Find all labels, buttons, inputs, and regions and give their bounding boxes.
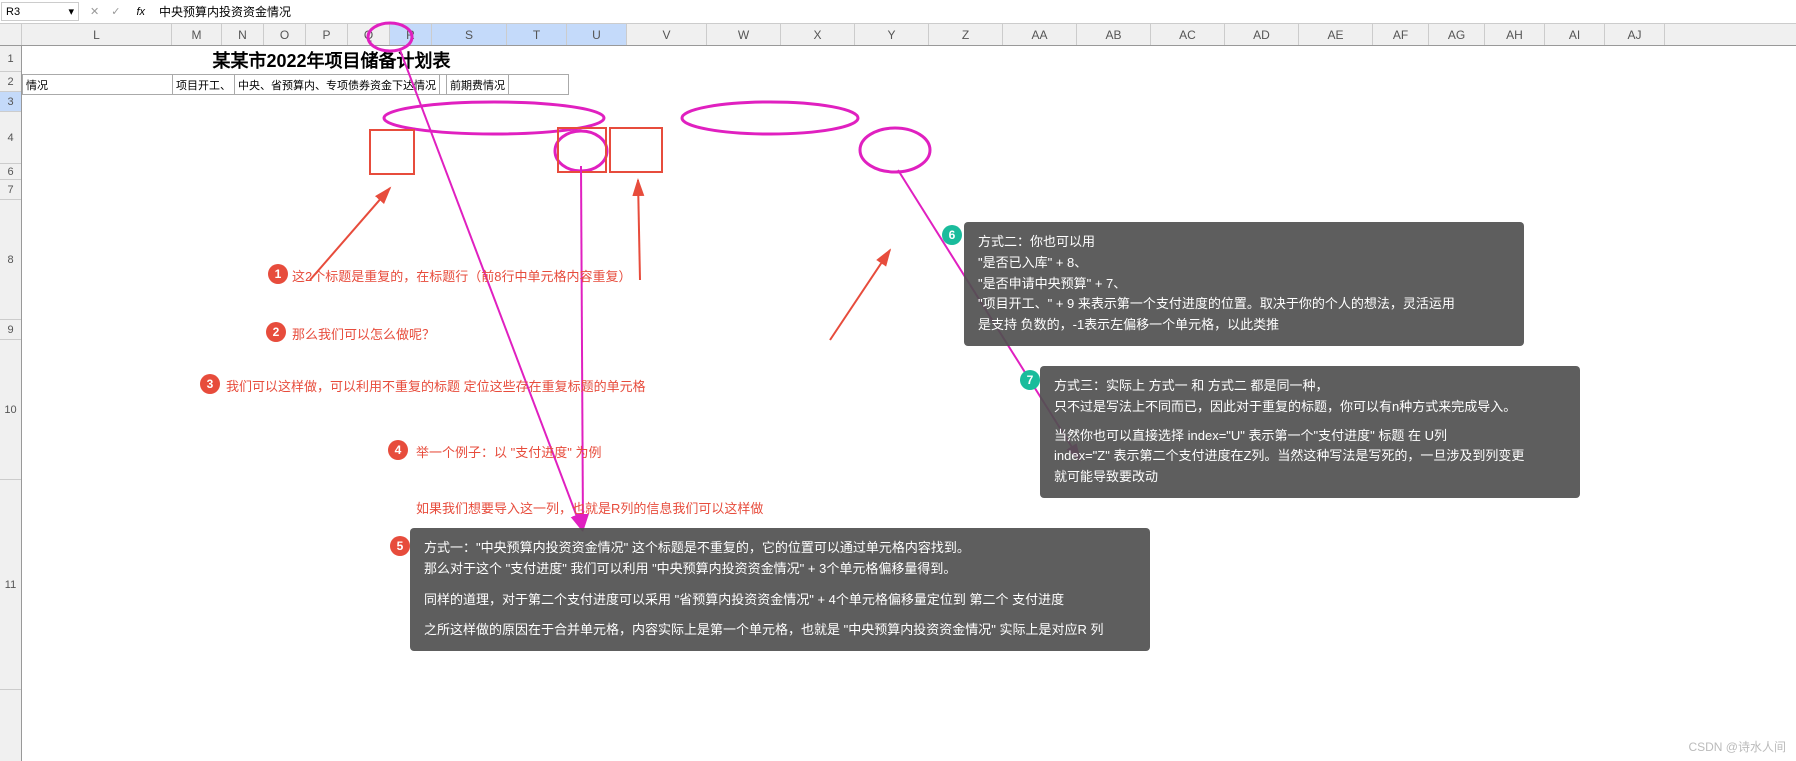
- col-header-P[interactable]: P: [306, 24, 348, 45]
- anno-text-1: 这2个标题是重复的，在标题行（前8行中单元格内容重复）: [292, 266, 631, 285]
- cell[interactable]: [440, 75, 447, 95]
- badge-5: 5: [390, 536, 410, 556]
- hdr-qingkuang[interactable]: 情况: [23, 75, 173, 95]
- col-header-M[interactable]: M: [172, 24, 222, 45]
- col-header-AD[interactable]: AD: [1225, 24, 1299, 45]
- formula-bar: R3 ▾ ✕ ✓ fx 中央预算内投资资金情况: [0, 0, 1796, 24]
- hdr-funds-group[interactable]: 中央、省预算内、专项债券资金下达情况: [235, 75, 440, 95]
- row-header-11[interactable]: 11: [0, 480, 21, 690]
- row-headers: 123467891011: [0, 46, 22, 761]
- col-header-AG[interactable]: AG: [1429, 24, 1485, 45]
- formula-buttons: ✕ ✓: [80, 5, 130, 18]
- hdr-kaigong-group[interactable]: 项目开工、: [173, 75, 235, 95]
- anno-text-2: 那么我们可以怎么做呢？: [292, 324, 435, 343]
- col-header-T[interactable]: T: [507, 24, 567, 45]
- select-all-corner[interactable]: [0, 24, 22, 45]
- cell[interactable]: [509, 75, 569, 95]
- col-header-AH[interactable]: AH: [1485, 24, 1545, 45]
- hdr-qianqi-group[interactable]: 前期费情况: [447, 75, 509, 95]
- row-header-3[interactable]: 3: [0, 92, 21, 112]
- row-header-6[interactable]: 6: [0, 164, 21, 180]
- anno-text-3: 我们可以这样做，可以利用不重复的标题 定位这些存在重复标题的单元格: [226, 376, 646, 395]
- watermark: CSDN @诗水人间: [1688, 738, 1786, 755]
- col-header-U[interactable]: U: [567, 24, 627, 45]
- col-header-S[interactable]: S: [432, 24, 507, 45]
- col-header-AF[interactable]: AF: [1373, 24, 1429, 45]
- col-header-Q[interactable]: Q: [348, 24, 390, 45]
- col-header-Y[interactable]: Y: [855, 24, 929, 45]
- anno-text-5-extra: 如果我们想要导入这一列，也就是R列的信息我们可以这样做: [416, 498, 763, 517]
- col-header-L[interactable]: L: [22, 24, 172, 45]
- row-header-7[interactable]: 7: [0, 180, 21, 200]
- col-header-Z[interactable]: Z: [929, 24, 1003, 45]
- badge-4: 4: [388, 440, 408, 460]
- cell-reference: R3: [6, 6, 20, 18]
- column-headers: LMNOPQRSTUVWXYZAAABACADAEAFAGAHAIAJ: [0, 24, 1796, 46]
- col-header-AJ[interactable]: AJ: [1605, 24, 1665, 45]
- col-header-AC[interactable]: AC: [1151, 24, 1225, 45]
- badge-2: 2: [266, 322, 286, 342]
- row-header-9[interactable]: 9: [0, 320, 21, 340]
- badge-3: 3: [200, 374, 220, 394]
- col-header-N[interactable]: N: [222, 24, 264, 45]
- row-header-4[interactable]: 4: [0, 112, 21, 164]
- badge-1: 1: [268, 264, 288, 284]
- row-header-1[interactable]: 1: [0, 46, 21, 72]
- row-header-10[interactable]: 10: [0, 340, 21, 480]
- row-header-8[interactable]: 8: [0, 200, 21, 320]
- chevron-down-icon[interactable]: ▾: [68, 5, 74, 18]
- name-box[interactable]: R3 ▾: [1, 2, 79, 21]
- col-header-W[interactable]: W: [707, 24, 781, 45]
- badge-6: 6: [942, 225, 962, 245]
- spreadsheet-grid[interactable]: 某某市2022年项目储备计划表情况项目开工、中央、省预算内、专项债券资金下达情况…: [22, 46, 1796, 761]
- col-header-AA[interactable]: AA: [1003, 24, 1077, 45]
- row-header-2[interactable]: 2: [0, 72, 21, 92]
- col-header-AE[interactable]: AE: [1299, 24, 1373, 45]
- cancel-icon[interactable]: ✕: [84, 5, 105, 18]
- accept-icon[interactable]: ✓: [105, 5, 126, 18]
- fx-icon[interactable]: fx: [130, 6, 151, 18]
- col-header-AI[interactable]: AI: [1545, 24, 1605, 45]
- formula-input[interactable]: 中央预算内投资资金情况: [151, 1, 1796, 22]
- anno-text-4: 举一个例子：以 "支付进度" 为例: [416, 442, 601, 461]
- col-header-V[interactable]: V: [627, 24, 707, 45]
- col-header-R[interactable]: R: [390, 24, 432, 45]
- col-header-O[interactable]: O: [264, 24, 306, 45]
- col-header-AB[interactable]: AB: [1077, 24, 1151, 45]
- col-header-X[interactable]: X: [781, 24, 855, 45]
- page-title: 某某市2022年项目储备计划表: [23, 46, 569, 75]
- badge-7: 7: [1020, 370, 1040, 390]
